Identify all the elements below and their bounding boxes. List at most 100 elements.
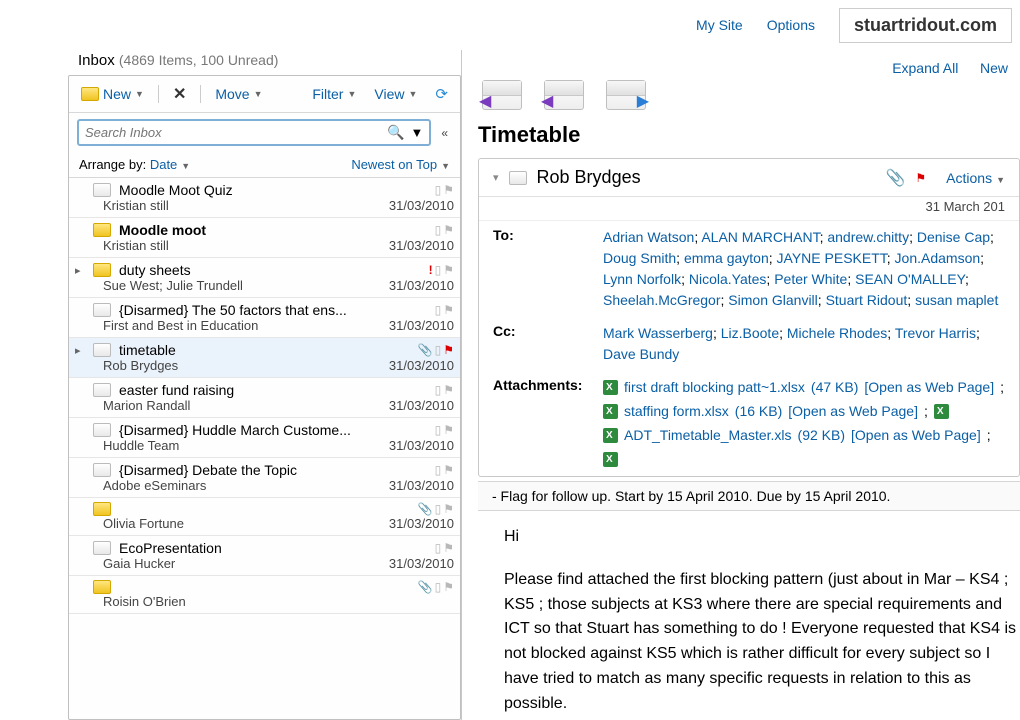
filter-button[interactable]: Filter ▼ (308, 84, 360, 104)
attachment-link[interactable]: ADT_Timetable_Master.xls (624, 425, 792, 446)
message-list[interactable]: Moodle Moot Quiz▯⚑Kristian still31/03/20… (69, 178, 460, 719)
message-row[interactable]: Moodle Moot Quiz▯⚑Kristian still31/03/20… (69, 178, 460, 218)
flag-icon[interactable]: ⚑ (443, 303, 454, 317)
message-row[interactable]: 📎▯⚑Olivia Fortune31/03/2010 (69, 498, 460, 536)
category-icon[interactable]: ▯ (435, 423, 442, 437)
flag-icon[interactable]: ⚑ (443, 263, 454, 277)
recipient-link[interactable]: Lynn Norfolk (603, 271, 681, 287)
message-row[interactable]: {Disarmed} The 50 factors that ens...▯⚑F… (69, 298, 460, 338)
open-as-webpage-link[interactable]: [Open as Web Page] (851, 425, 981, 446)
actions-menu[interactable]: Actions▼ (946, 170, 1005, 186)
search-scope-dropdown[interactable]: ▼ (410, 125, 423, 140)
recipient-link[interactable]: Trevor Harris (895, 325, 976, 341)
category-icon[interactable]: ▯ (435, 463, 442, 477)
search-input[interactable] (85, 125, 387, 140)
message-row[interactable]: 📎▯⚑Roisin O'Brien (69, 576, 460, 614)
message-row[interactable]: ▸timetable📎▯⚑Rob Brydges31/03/2010 (69, 338, 460, 378)
message-row[interactable]: easter fund raising▯⚑Marion Randall31/03… (69, 378, 460, 418)
recipient-link[interactable]: emma gayton (684, 250, 769, 266)
message-row[interactable]: {Disarmed} Debate the Topic▯⚑Adobe eSemi… (69, 458, 460, 498)
flag-icon[interactable]: ⚑ (443, 383, 454, 397)
thread-expand-icon[interactable]: ▸ (75, 264, 85, 277)
move-button[interactable]: Move ▼ (211, 84, 266, 104)
category-icon[interactable]: ▯ (435, 383, 442, 397)
message-row[interactable]: Moodle moot▯⚑Kristian still31/03/2010 (69, 218, 460, 258)
flag-icon[interactable]: ⚑ (915, 171, 926, 185)
thread-expand-icon[interactable]: ▸ (75, 344, 85, 357)
message-subject: Moodle Moot Quiz (119, 182, 427, 198)
new-button[interactable]: New ▼ (77, 84, 148, 104)
recipient-link[interactable]: Michele Rhodes (787, 325, 887, 341)
message-subject: Timetable (478, 120, 1020, 158)
reply-button[interactable]: ◀ (482, 80, 522, 110)
attachment-icon: 📎 (885, 168, 905, 188)
recipient-link[interactable]: susan maplet (915, 292, 998, 308)
recipient-link[interactable]: Adrian Watson (603, 229, 694, 245)
message-row[interactable]: {Disarmed} Huddle March Custome...▯⚑Hudd… (69, 418, 460, 458)
recipient-link[interactable]: Simon Glanvill (728, 292, 817, 308)
flag-icon[interactable]: ⚑ (443, 580, 454, 594)
collapse-toggle[interactable]: « (437, 126, 452, 140)
expand-all-link[interactable]: Expand All (892, 60, 958, 76)
recipient-link[interactable]: Stuart Ridout (826, 292, 908, 308)
recipient-link[interactable]: Peter White (774, 271, 847, 287)
newest-link[interactable]: New (980, 60, 1008, 76)
category-icon[interactable]: ▯ (435, 580, 442, 594)
sort-order-button[interactable]: Newest on Top▼ (351, 157, 450, 172)
flag-icon[interactable]: ⚑ (443, 423, 454, 437)
flag-icon[interactable]: ⚑ (443, 541, 454, 555)
refresh-button[interactable]: ⟳ (431, 83, 452, 105)
message-from: Gaia Hucker (103, 556, 389, 571)
excel-icon (603, 452, 618, 467)
options-link[interactable]: Options (767, 17, 815, 33)
delete-button[interactable]: ✕ (169, 82, 190, 106)
envelope-icon (93, 580, 111, 594)
flag-icon[interactable]: ⚑ (443, 502, 454, 516)
envelope-icon (93, 502, 111, 516)
recipient-link[interactable]: andrew.chitty (827, 229, 909, 245)
message-row[interactable]: EcoPresentation▯⚑Gaia Hucker31/03/2010 (69, 536, 460, 576)
reply-all-button[interactable]: ◀ (544, 80, 584, 110)
recipient-link[interactable]: Liz.Boote (721, 325, 779, 341)
importance-icon: ! (429, 263, 433, 277)
envelope-icon (93, 303, 111, 317)
attachment-link[interactable]: staffing form.xlsx (624, 401, 729, 422)
recipient-link[interactable]: Nicola.Yates (689, 271, 767, 287)
recipient-link[interactable]: JAYNE PESKETT (777, 250, 887, 266)
attachment-icon: 📎 (418, 502, 433, 516)
flag-icon[interactable]: ⚑ (443, 183, 454, 197)
recipient-link[interactable]: Dave Bundy (603, 346, 679, 362)
recipient-link[interactable]: SEAN O'MALLEY (855, 271, 965, 287)
search-box[interactable]: 🔍 ▼ (77, 119, 431, 146)
flag-icon[interactable]: ⚑ (443, 463, 454, 477)
forward-button[interactable]: ▶ (606, 80, 646, 110)
category-icon[interactable]: ▯ (435, 263, 442, 277)
recipient-link[interactable]: Jon.Adamson (895, 250, 981, 266)
recipient-link[interactable]: Sheelah.McGregor (603, 292, 721, 308)
flag-icon[interactable]: ⚑ (443, 223, 454, 237)
open-as-webpage-link[interactable]: [Open as Web Page] (864, 377, 994, 398)
recipient-link[interactable]: ALAN MARCHANT (701, 229, 819, 245)
recipient-link[interactable]: Doug Smith (603, 250, 676, 266)
category-icon[interactable]: ▯ (435, 303, 442, 317)
category-icon[interactable]: ▯ (435, 502, 442, 516)
arrange-by-button[interactable]: Date▼ (150, 157, 190, 172)
attachment-link[interactable]: first draft blocking patt~1.xlsx (624, 377, 805, 398)
view-button[interactable]: View ▼ (370, 84, 421, 104)
category-icon[interactable]: ▯ (435, 223, 442, 237)
recipient-link[interactable]: Mark Wasserberg (603, 325, 713, 341)
mysite-link[interactable]: My Site (696, 17, 743, 33)
collapse-message-icon[interactable]: ▾ (493, 171, 499, 184)
flag-icon[interactable]: ⚑ (443, 343, 454, 357)
category-icon[interactable]: ▯ (435, 541, 442, 555)
category-icon[interactable]: ▯ (435, 343, 442, 357)
brand-box: stuartridout.com (839, 8, 1012, 43)
open-as-webpage-link[interactable]: [Open as Web Page] (788, 401, 918, 422)
view-label: View (374, 86, 404, 102)
message-from: Rob Brydges (103, 358, 389, 373)
search-icon[interactable]: 🔍 (387, 124, 404, 141)
attachment-size: (92 KB) (798, 425, 845, 446)
message-row[interactable]: ▸duty sheets!▯⚑Sue West; Julie Trundell3… (69, 258, 460, 298)
recipient-link[interactable]: Denise Cap (917, 229, 990, 245)
category-icon[interactable]: ▯ (435, 183, 442, 197)
